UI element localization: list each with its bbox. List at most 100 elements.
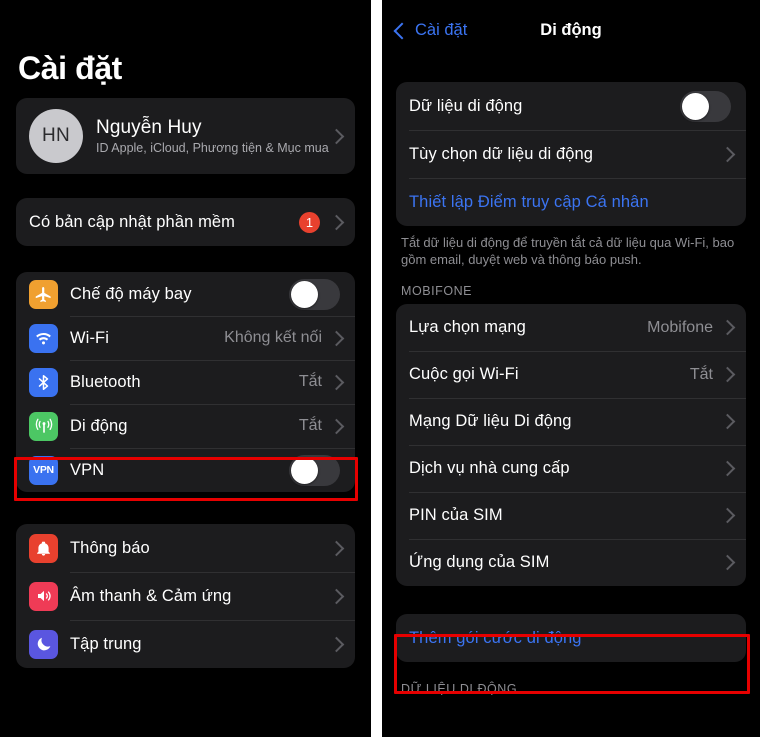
speaker-icon bbox=[29, 581, 58, 611]
connectivity-card: Chế độ máy bay Wi-Fi Không kết nối Bluet bbox=[16, 272, 355, 492]
cellular-data-section-header: DỮ LIỆU DI ĐỘNG bbox=[401, 682, 518, 696]
row-label: Ứng dụng của SIM bbox=[409, 553, 550, 571]
cellular-data-options-row[interactable]: Tùy chọn dữ liệu di động bbox=[396, 130, 746, 178]
carrier-section: MOBIFONE Lựa chọn mạng Mobifone Cuộc gọi… bbox=[382, 268, 760, 586]
sidebar-item-focus[interactable]: Tập trung bbox=[16, 620, 355, 668]
status-badge: 1 bbox=[299, 211, 320, 233]
wifi-icon bbox=[29, 323, 58, 353]
screenshot-root: Cài đặt HN Nguyễn Huy ID Apple, iCloud, … bbox=[0, 0, 760, 737]
sidebar-item-label: Wi-Fi bbox=[70, 328, 109, 347]
panel-divider bbox=[371, 0, 382, 737]
chevron-right-icon bbox=[328, 588, 345, 604]
carrier-services-row[interactable]: Dịch vụ nhà cung cấp bbox=[396, 445, 746, 492]
moon-icon bbox=[29, 629, 58, 659]
sidebar-item-label: Tập trung bbox=[70, 634, 142, 653]
page-title: Cài đặt bbox=[18, 50, 122, 86]
software-update-row[interactable]: Có bản cập nhật phần mềm 1 bbox=[16, 198, 355, 246]
chevron-right-icon bbox=[719, 319, 736, 336]
bluetooth-status: Tắt bbox=[298, 373, 322, 390]
system-section: Thông báo Âm thanh & Cảm ứng Tập trung bbox=[0, 524, 371, 668]
avatar: HN bbox=[29, 109, 83, 163]
sidebar-item-label: Chế độ máy bay bbox=[70, 284, 192, 303]
chevron-right-icon bbox=[328, 128, 345, 144]
account-texts: Nguyễn Huy ID Apple, iCloud, Phương tiện… bbox=[96, 117, 329, 156]
row-label: Dịch vụ nhà cung cấp bbox=[409, 459, 570, 477]
sidebar-item-label: VPN bbox=[70, 460, 105, 479]
sim-pin-row[interactable]: PIN của SIM bbox=[396, 492, 746, 539]
navigation-bar: Cài đặt Di động bbox=[382, 6, 760, 55]
cellular-status: Tắt bbox=[298, 417, 322, 434]
wifi-status: Không kết nối bbox=[224, 329, 322, 346]
cellular-data-toggle[interactable] bbox=[680, 90, 731, 122]
cellular-icon bbox=[29, 411, 58, 441]
bell-icon bbox=[29, 533, 58, 563]
cellular-data-section: Dữ liệu di động Tùy chọn dữ liệu di động… bbox=[382, 82, 760, 268]
add-plan-card: Thêm gói cước di động bbox=[396, 614, 746, 662]
software-update-label: Có bản cập nhật phần mềm bbox=[29, 212, 236, 231]
chevron-right-icon bbox=[328, 418, 345, 434]
carrier-card: Lựa chọn mạng Mobifone Cuộc gọi Wi-Fi Tắ… bbox=[396, 304, 746, 586]
chevron-right-icon bbox=[719, 507, 736, 524]
row-label: Mạng Dữ liệu Di động bbox=[409, 412, 572, 430]
row-value: Tắt bbox=[689, 365, 713, 383]
sidebar-item-label: Bluetooth bbox=[70, 372, 141, 391]
sidebar-item-bluetooth[interactable]: Bluetooth Tắt bbox=[16, 360, 355, 404]
row-value: Mobifone bbox=[647, 318, 713, 336]
apple-account-row[interactable]: HN Nguyễn Huy ID Apple, iCloud, Phương t… bbox=[16, 98, 355, 174]
sidebar-item-airplane-mode[interactable]: Chế độ máy bay bbox=[16, 272, 355, 316]
vpn-toggle[interactable] bbox=[289, 454, 340, 486]
chevron-left-icon bbox=[393, 22, 411, 39]
add-cellular-plan-row[interactable]: Thêm gói cước di động bbox=[396, 614, 746, 662]
chevron-right-icon bbox=[719, 366, 736, 383]
row-label: Cuộc gọi Wi-Fi bbox=[409, 365, 519, 383]
chevron-right-icon bbox=[328, 374, 345, 390]
cellular-data-row[interactable]: Dữ liệu di động bbox=[396, 82, 746, 130]
cellular-data-network-row[interactable]: Mạng Dữ liệu Di động bbox=[396, 398, 746, 445]
personal-hotspot-label: Thiết lập Điểm truy cập Cá nhân bbox=[409, 192, 649, 211]
add-cellular-plan-label: Thêm gói cước di động bbox=[409, 628, 582, 647]
cellular-data-options-label: Tùy chọn dữ liệu di động bbox=[409, 144, 594, 163]
cellular-data-footnote: Tắt dữ liệu di động để truyền tắt cả dữ … bbox=[401, 235, 735, 267]
cellular-screen: Cài đặt Di động Dữ liệu di động Tùy chọn… bbox=[382, 0, 760, 737]
system-card: Thông báo Âm thanh & Cảm ứng Tập trung bbox=[16, 524, 355, 668]
carrier-section-header: MOBIFONE bbox=[401, 284, 473, 298]
personal-hotspot-row[interactable]: Thiết lập Điểm truy cập Cá nhân bbox=[396, 178, 746, 226]
sidebar-item-wifi[interactable]: Wi-Fi Không kết nối bbox=[16, 316, 355, 360]
settings-screen: Cài đặt HN Nguyễn Huy ID Apple, iCloud, … bbox=[0, 0, 371, 737]
airplane-mode-toggle[interactable] bbox=[289, 278, 340, 310]
row-label: Lựa chọn mạng bbox=[409, 318, 526, 336]
back-button-label: Cài đặt bbox=[415, 21, 468, 39]
chevron-right-icon bbox=[719, 460, 736, 477]
chevron-right-icon bbox=[328, 540, 345, 556]
status-bar-spacer bbox=[0, 0, 371, 52]
airplane-icon bbox=[29, 279, 58, 309]
sidebar-item-label: Âm thanh & Cảm ứng bbox=[70, 586, 232, 605]
wifi-calling-row[interactable]: Cuộc gọi Wi-Fi Tắt bbox=[396, 351, 746, 398]
sidebar-item-label: Di động bbox=[70, 416, 128, 435]
sim-applications-row[interactable]: Ứng dụng của SIM bbox=[396, 539, 746, 586]
chevron-right-icon bbox=[719, 554, 736, 571]
chevron-right-icon bbox=[328, 214, 345, 230]
sidebar-item-sounds[interactable]: Âm thanh & Cảm ứng bbox=[16, 572, 355, 620]
software-update-section: Có bản cập nhật phần mềm 1 bbox=[0, 198, 371, 246]
back-button[interactable]: Cài đặt bbox=[393, 21, 468, 40]
software-update-card: Có bản cập nhật phần mềm 1 bbox=[16, 198, 355, 246]
bluetooth-icon bbox=[29, 367, 58, 397]
cellular-data-card: Dữ liệu di động Tùy chọn dữ liệu di động… bbox=[396, 82, 746, 226]
chevron-right-icon bbox=[719, 146, 736, 162]
sidebar-item-label: Thông báo bbox=[70, 538, 150, 557]
chevron-right-icon bbox=[719, 413, 736, 430]
account-name: Nguyễn Huy bbox=[96, 116, 202, 138]
sidebar-item-notifications[interactable]: Thông báo bbox=[16, 524, 355, 572]
connectivity-section: Chế độ máy bay Wi-Fi Không kết nối Bluet bbox=[0, 272, 371, 492]
add-plan-section: Thêm gói cước di động DỮ LIỆU DI ĐỘNG bbox=[382, 614, 760, 702]
chevron-right-icon bbox=[328, 330, 345, 346]
sidebar-item-cellular[interactable]: Di động Tắt bbox=[16, 404, 355, 448]
network-selection-row[interactable]: Lựa chọn mạng Mobifone bbox=[396, 304, 746, 351]
account-section: HN Nguyễn Huy ID Apple, iCloud, Phương t… bbox=[0, 98, 371, 174]
account-subtitle: ID Apple, iCloud, Phương tiện & Mục mua bbox=[96, 140, 329, 155]
sidebar-item-vpn[interactable]: VPN VPN bbox=[16, 448, 355, 492]
row-label: PIN của SIM bbox=[409, 506, 503, 524]
cellular-data-label: Dữ liệu di động bbox=[409, 96, 523, 115]
chevron-right-icon bbox=[328, 636, 345, 652]
